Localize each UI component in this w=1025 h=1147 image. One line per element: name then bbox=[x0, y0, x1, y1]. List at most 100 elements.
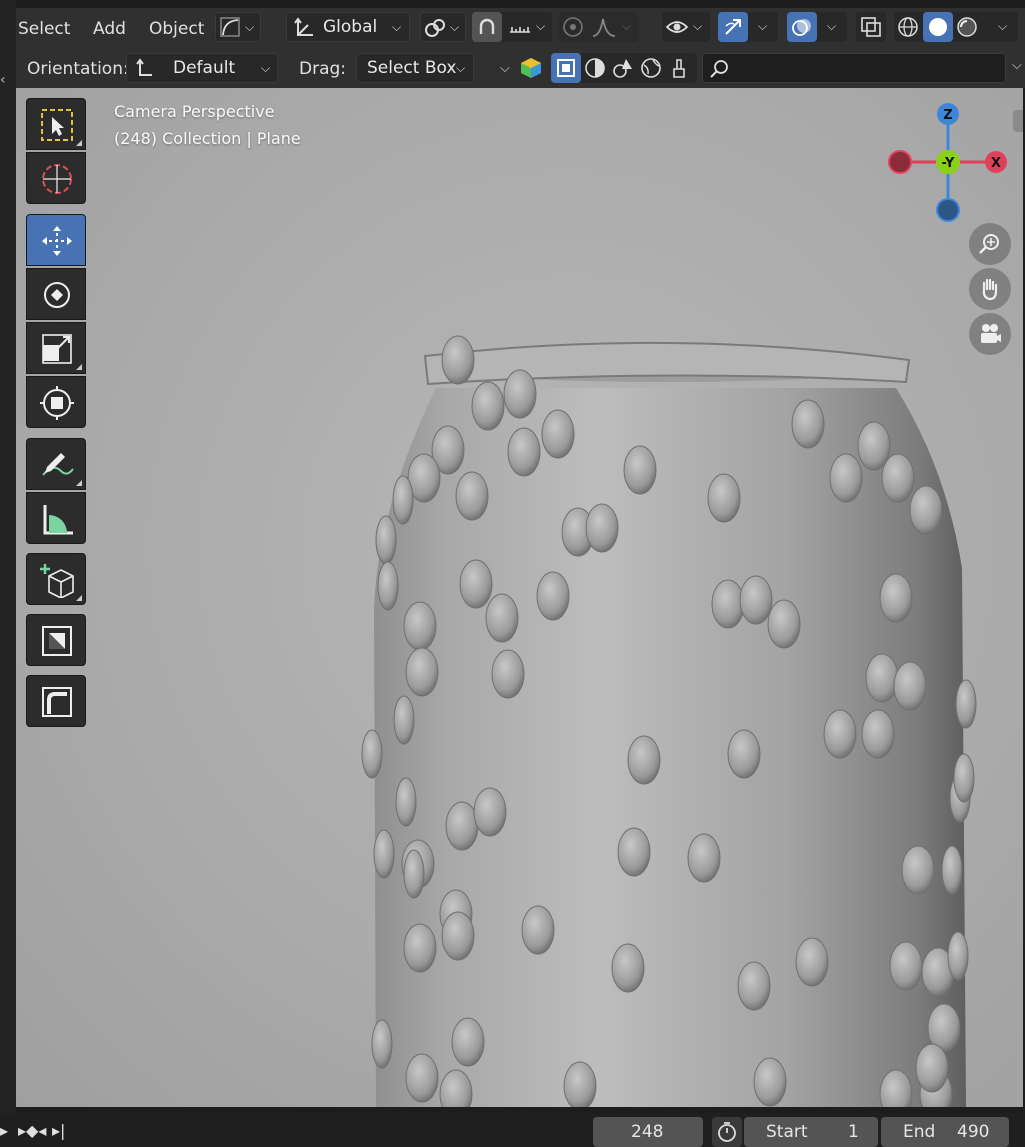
tool-bevel[interactable] bbox=[26, 675, 86, 727]
pebble-bump bbox=[455, 471, 489, 521]
tool-select-box[interactable] bbox=[26, 98, 86, 150]
hand-icon bbox=[982, 278, 998, 301]
shading-filter-icon[interactable] bbox=[584, 57, 606, 79]
drag-dropdown[interactable]: Select Box ⌵ bbox=[356, 53, 474, 83]
chevron-down-icon[interactable]: ⌵ bbox=[500, 61, 510, 76]
chevron-down-icon[interactable]: ⌵ bbox=[998, 19, 1007, 34]
menu-add[interactable]: Add bbox=[93, 16, 126, 42]
gizmo-toggle[interactable] bbox=[718, 12, 748, 42]
pebble-bump bbox=[361, 729, 383, 779]
menu-object[interactable]: Object bbox=[149, 16, 204, 42]
axis-neg-x[interactable] bbox=[888, 150, 912, 174]
pebble-bump bbox=[955, 679, 977, 729]
pebble-bump bbox=[485, 593, 519, 643]
play-icon[interactable]: ▸ bbox=[0, 1121, 8, 1140]
chevron-left-icon[interactable]: ‹ bbox=[0, 72, 6, 88]
snap-increment-icon[interactable] bbox=[508, 18, 532, 38]
axis-neg-z[interactable] bbox=[936, 198, 960, 222]
pivot-point-dropdown[interactable]: ⌵ bbox=[420, 12, 466, 42]
pebble-bump bbox=[471, 381, 505, 431]
search-input[interactable] bbox=[702, 53, 1006, 83]
orientation-dropdown[interactable]: Default ⌵ bbox=[126, 53, 278, 83]
pebble-bump bbox=[889, 941, 923, 991]
axis-y-label: -Y bbox=[942, 156, 955, 171]
brush-filter-icon[interactable] bbox=[668, 57, 690, 79]
pebble-bump bbox=[623, 445, 657, 495]
chevron-down-icon: ⌵ bbox=[392, 20, 402, 34]
chevron-down-icon[interactable]: ⌵ bbox=[758, 19, 767, 34]
start-frame-field[interactable]: Start 1 bbox=[744, 1117, 878, 1147]
chevron-down-icon: ⌵ bbox=[622, 19, 632, 33]
camera-view-button[interactable] bbox=[969, 313, 1011, 355]
pebble-bump bbox=[503, 369, 537, 419]
orientation-label: Orientation: bbox=[27, 59, 129, 79]
menu-select[interactable]: Select bbox=[18, 16, 70, 42]
tool-move[interactable] bbox=[26, 214, 86, 266]
wireframe-shading-icon[interactable] bbox=[897, 16, 919, 38]
can-mesh[interactable] bbox=[16, 88, 1023, 1107]
solid-shading-button[interactable] bbox=[923, 12, 953, 42]
end-frame-field[interactable]: End 490 bbox=[881, 1117, 1009, 1147]
sidebar-toggle[interactable] bbox=[1013, 110, 1023, 132]
falloff-icon[interactable] bbox=[592, 16, 616, 38]
pebble-bump bbox=[405, 1053, 439, 1103]
axis-x-label: X bbox=[991, 156, 1001, 171]
tool-measure[interactable] bbox=[26, 492, 86, 544]
pebble-bump bbox=[473, 787, 507, 837]
visibility-dropdown[interactable]: ⌵ bbox=[662, 12, 710, 42]
overlays-toggle[interactable] bbox=[787, 12, 817, 42]
pebble-bump bbox=[441, 911, 475, 961]
pebble-bump bbox=[879, 573, 913, 623]
orientation-value: Default bbox=[173, 58, 236, 78]
color-cube-icon[interactable] bbox=[519, 56, 543, 80]
pebble-bump bbox=[865, 653, 899, 703]
transform-orientation-dropdown[interactable]: Global ⌵ bbox=[286, 12, 410, 42]
chevron-down-icon: ⌵ bbox=[261, 61, 271, 75]
pan-button[interactable] bbox=[969, 268, 1011, 310]
pebble-bump bbox=[585, 503, 619, 553]
pebble-bump bbox=[403, 849, 425, 899]
drag-value: Select Box bbox=[367, 58, 457, 78]
current-frame-field[interactable]: 248 bbox=[593, 1117, 703, 1147]
world-filter-icon[interactable] bbox=[640, 57, 662, 79]
pebble-bump bbox=[507, 427, 541, 477]
jump-end-icon[interactable]: ▸| bbox=[52, 1121, 65, 1140]
shading-group: ⌵ bbox=[894, 12, 1018, 42]
filter-mesh-button[interactable] bbox=[551, 53, 581, 83]
viewport-header: Select Add Object ⌵ Global ⌵ ⌵ ⌵ ⌵ ⌵ ⌵ ⌵… bbox=[16, 8, 1025, 48]
proportional-edit-icon[interactable] bbox=[562, 16, 584, 38]
scroll-right-icon[interactable]: ⌵ bbox=[1012, 58, 1022, 73]
chevron-down-icon[interactable]: ⌵ bbox=[827, 19, 836, 34]
end-value: 490 bbox=[957, 1122, 990, 1142]
edit-mode-dropdown[interactable]: ⌵ bbox=[215, 12, 261, 42]
tool-settings-header: Orientation: Default ⌵ Drag: Select Box … bbox=[16, 48, 1025, 88]
navigation-gizmo[interactable]: Z X -Y bbox=[884, 100, 1018, 224]
next-keyframe-icon[interactable]: ▸◆◂ bbox=[18, 1121, 46, 1140]
light-filter-icon[interactable] bbox=[612, 57, 634, 79]
snap-toggle[interactable] bbox=[472, 12, 502, 42]
tool-annotate[interactable] bbox=[26, 438, 86, 490]
pebble-bump bbox=[403, 923, 437, 973]
chevron-down-icon: ⌵ bbox=[245, 20, 255, 34]
tool-transform[interactable] bbox=[26, 376, 86, 428]
pebble-bump bbox=[795, 937, 829, 987]
pebble-bump bbox=[915, 1043, 949, 1093]
pebble-bump bbox=[441, 335, 475, 385]
material-shading-icon[interactable] bbox=[956, 16, 978, 38]
pebble-bump bbox=[823, 709, 857, 759]
tool-add-cube[interactable] bbox=[26, 553, 86, 605]
3d-viewport[interactable]: Camera Perspective (248) Collection | Pl… bbox=[16, 88, 1023, 1107]
pebble-bump bbox=[901, 845, 935, 895]
xray-toggle[interactable] bbox=[856, 12, 886, 42]
pebble-bump bbox=[707, 473, 741, 523]
tool-rotate[interactable] bbox=[26, 268, 86, 320]
pebble-bump bbox=[536, 571, 570, 621]
tool-inset[interactable] bbox=[26, 614, 86, 666]
chevron-down-icon: ⌵ bbox=[456, 61, 466, 75]
zoom-button[interactable] bbox=[969, 223, 1011, 265]
pivot-icon bbox=[425, 19, 445, 37]
auto-keying-button[interactable] bbox=[712, 1117, 742, 1147]
tool-cursor[interactable] bbox=[26, 152, 86, 204]
overlays-dropdown: ⌵ bbox=[787, 12, 847, 42]
tool-scale[interactable] bbox=[26, 322, 86, 374]
